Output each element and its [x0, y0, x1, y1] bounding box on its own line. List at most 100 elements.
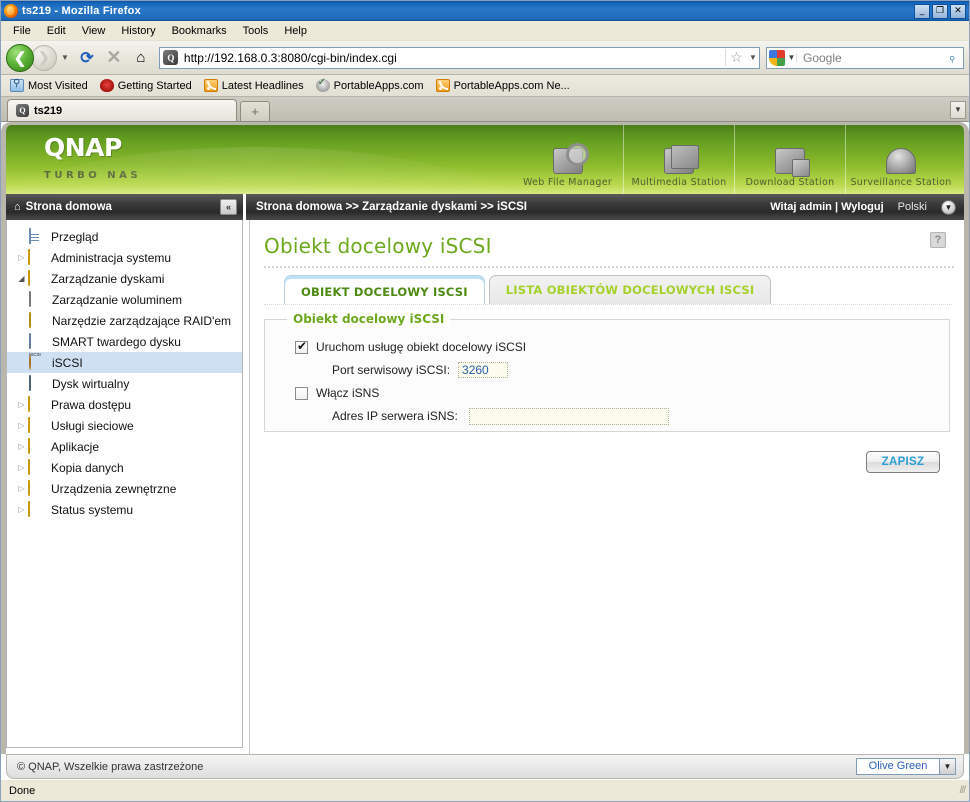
sidebar-item-smart[interactable]: SMART twardego dysku [7, 331, 242, 352]
content-tabs: OBIEKT DOCELOWY ISCSI LISTA OBIEKTÓW DOC… [284, 275, 964, 304]
station-multimedia[interactable]: Multimedia Station [623, 125, 734, 194]
menu-item-help[interactable]: Help [276, 23, 315, 39]
station-surveillance[interactable]: Surveillance Station [845, 125, 956, 194]
firefox-logo-icon [4, 4, 18, 18]
bookmark-star-icon[interactable]: ☆ [725, 49, 747, 66]
menu-item-view[interactable]: View [74, 23, 114, 39]
breadcrumb: Strona domowa >> Zarządzanie dyskami >> … [256, 201, 527, 213]
qnap-logo[interactable]: QNAP TURBO NAS [6, 125, 141, 194]
bookmark-portableapps-news[interactable]: PortableApps.com Ne... [431, 78, 575, 93]
list-all-tabs-button[interactable]: ▼ [950, 101, 966, 119]
sidebar-item-kopia-danych[interactable]: ▷ Kopia danych [7, 457, 242, 478]
sidebar-item-status-systemu[interactable]: ▷ Status systemu [7, 499, 242, 520]
sidebar-item-iscsi[interactable]: iSCSI [7, 352, 242, 373]
firefox-started-icon [99, 79, 114, 92]
home-button[interactable]: ⌂ [129, 46, 153, 70]
menu-item-file[interactable]: File [5, 23, 39, 39]
tree-arrow-icon[interactable]: ▷ [15, 484, 28, 493]
tree-arrow-icon[interactable]: ◢ [15, 274, 28, 283]
maximize-button[interactable]: ❐ [932, 3, 948, 19]
sidebar-item-prawa-dostepu[interactable]: ▷ Prawa dostępu [7, 394, 242, 415]
isns-ip-row: Adres IP serwera iSNS: [332, 405, 935, 427]
forward-button[interactable]: ❯ [31, 44, 57, 71]
bookmark-latest-headlines[interactable]: Latest Headlines [199, 78, 309, 93]
bookmark-most-visited[interactable]: Most Visited [5, 78, 93, 93]
page-title: Obiekt docelowy iSCSI [264, 234, 492, 258]
sidebar-item-dysk-wirtualny[interactable]: Dysk wirtualny [7, 373, 242, 394]
folder-open-icon [28, 270, 46, 286]
isns-ip-input[interactable] [468, 407, 669, 425]
station-download[interactable]: Download Station [734, 125, 845, 194]
tree-arrow-icon[interactable]: ▷ [15, 400, 28, 409]
tab-favicon-icon: Q [16, 104, 29, 117]
tab-ts219[interactable]: Q ts219 [7, 99, 237, 121]
stop-button[interactable]: ✕ [102, 46, 126, 70]
close-button[interactable]: ✕ [950, 3, 966, 19]
page-body: Przegląd ▷ Administracja systemu ◢ Zarzą… [1, 220, 969, 754]
menu-item-history[interactable]: History [113, 23, 163, 39]
sidebar-item-urzadzenia-zewnetrzne[interactable]: ▷ Urządzenia zewnętrzne [7, 478, 242, 499]
menu-item-tools[interactable]: Tools [235, 23, 277, 39]
language-dropdown-caret-icon[interactable]: ▼ [941, 199, 956, 215]
sidebar-item-przeglad[interactable]: Przegląd [7, 226, 242, 247]
port-row: Port serwisowy iSCSI: 3260 [332, 359, 935, 381]
tree-arrow-icon[interactable]: ▷ [15, 421, 28, 430]
history-dropdown-caret-icon[interactable]: ▼ [60, 53, 72, 62]
bookmark-label: Most Visited [28, 79, 88, 92]
address-dropdown-caret-icon[interactable]: ▼ [747, 53, 759, 62]
help-icon[interactable]: ? [930, 232, 946, 248]
port-input[interactable]: 3260 [458, 362, 509, 378]
sidebar-item-raid[interactable]: Narzędzie zarządzające RAID'em [7, 310, 242, 331]
tree-arrow-icon[interactable]: ▷ [15, 253, 28, 262]
search-magnifier-icon[interactable]: ⌕ [939, 44, 966, 71]
language-label[interactable]: Polski [898, 201, 927, 213]
sidebar-header[interactable]: ⌂ Strona domowa « [1, 194, 246, 220]
search-bar[interactable]: ▼ Google ⌕ [766, 44, 966, 71]
sidebar-item-aplikacje[interactable]: ▷ Aplikacje [7, 436, 242, 457]
sidebar-item-zarzadzanie-woluminem[interactable]: Zarządzanie woluminem [7, 289, 242, 310]
sidebar-item-label: Kopia danych [51, 460, 124, 475]
save-button[interactable]: ZAPISZ [866, 451, 940, 473]
search-engine-caret-icon[interactable]: ▼ [787, 53, 797, 62]
bookmark-portableapps[interactable]: PortableApps.com [311, 77, 429, 93]
search-input[interactable]: Google [797, 51, 941, 65]
new-tab-button[interactable]: + [240, 101, 270, 121]
window-title: ts219 - Mozilla Firefox [22, 5, 141, 17]
reload-button[interactable]: ⟳ [75, 46, 99, 70]
bookmark-label: Latest Headlines [221, 79, 304, 92]
sidebar-collapse-button[interactable]: « [220, 199, 237, 215]
enable-service-checkbox[interactable] [295, 339, 308, 354]
rss-icon [435, 79, 450, 92]
tab-label: OBIEKT DOCELOWY ISCSI [301, 284, 468, 299]
resize-grip-icon[interactable]: /// [960, 785, 966, 796]
welcome-logout[interactable]: Witaj admin | Wyloguj [770, 201, 883, 213]
address-bar[interactable]: Q http://192.168.0.3:8080/cgi-bin/index.… [158, 46, 760, 69]
action-row: ZAPISZ [250, 432, 964, 473]
favicon-letter: Q [163, 50, 179, 65]
tree-arrow-icon[interactable]: ▷ [15, 442, 28, 451]
folder-icon [28, 249, 46, 265]
chevron-down-icon[interactable]: ▼ [940, 758, 956, 775]
status-text: Done [9, 784, 36, 797]
tab-label: ts219 [34, 104, 63, 117]
minimize-button[interactable]: _ [914, 3, 930, 19]
site-favicon-icon: Q [161, 48, 181, 68]
station-web-file-manager[interactable]: Web File Manager [512, 125, 623, 194]
tree-arrow-icon[interactable]: ▷ [15, 463, 28, 472]
theme-selector[interactable]: Olive Green ▼ [856, 758, 956, 775]
sidebar-item-uslugi-sieciowe[interactable]: ▷ Usługi sieciowe [7, 415, 242, 436]
menu-item-edit[interactable]: Edit [39, 23, 74, 39]
theme-value[interactable]: Olive Green [856, 758, 940, 775]
isns-checkbox[interactable] [295, 386, 308, 400]
tab-lista-obiektow-docelowych-iscsi[interactable]: LISTA OBIEKTÓW DOCELOWYCH ISCSI [488, 275, 772, 304]
web-file-manager-icon [548, 138, 589, 174]
tree-arrow-icon[interactable]: ▷ [15, 505, 28, 514]
back-button[interactable]: ❮ [6, 43, 34, 72]
sidebar-item-zarzadzanie-dyskami[interactable]: ◢ Zarządzanie dyskami [7, 268, 242, 289]
menu-item-bookmarks[interactable]: Bookmarks [164, 23, 235, 39]
sidebar-item-label: Urządzenia zewnętrzne [51, 481, 177, 496]
tab-obiekt-docelowy-iscsi[interactable]: OBIEKT DOCELOWY ISCSI [284, 275, 485, 304]
bookmark-getting-started[interactable]: Getting Started [95, 78, 197, 93]
sidebar-item-administracja-systemu[interactable]: ▷ Administracja systemu [7, 247, 242, 268]
folder-icon [28, 480, 46, 496]
